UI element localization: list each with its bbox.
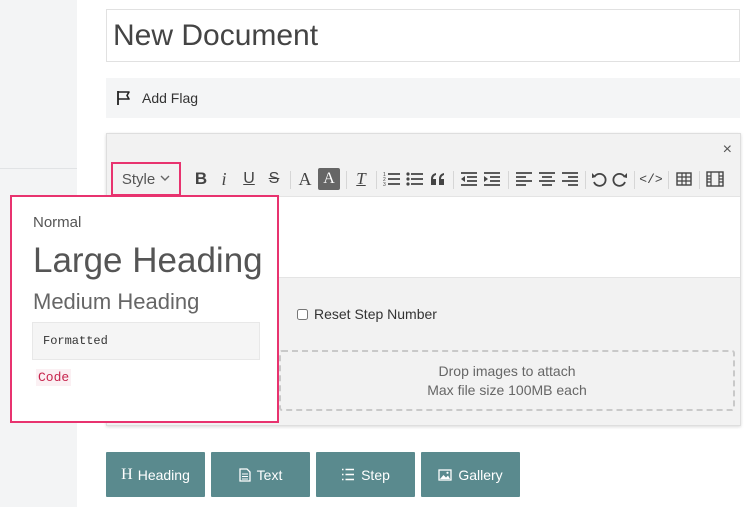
image-icon — [438, 468, 452, 481]
add-heading-button[interactable]: H Heading — [106, 452, 205, 497]
style-option-code[interactable]: Code — [36, 369, 72, 386]
document-title-input[interactable] — [106, 9, 740, 62]
blockquote-icon[interactable] — [428, 162, 448, 196]
sidebar-divider — [0, 168, 77, 169]
undo-icon[interactable] — [589, 162, 609, 196]
style-dropdown-label: Style — [121, 170, 156, 188]
toolbar-separator — [634, 171, 635, 189]
close-icon[interactable]: × — [723, 140, 732, 160]
align-left-icon[interactable] — [513, 162, 535, 196]
toolbar-separator — [346, 171, 347, 189]
add-step-button[interactable]: Step — [316, 452, 415, 497]
flag-icon — [117, 91, 130, 105]
style-option-medium-heading[interactable]: Medium Heading — [33, 289, 199, 315]
toolbar-separator — [453, 171, 454, 189]
drop-zone-size-limit: Max file size 100MB each — [427, 381, 587, 398]
toolbar-separator — [508, 171, 509, 189]
add-step-label: Step — [361, 466, 390, 483]
style-dropdown-button[interactable]: Style — [111, 162, 181, 196]
add-flag-button[interactable]: Add Flag — [106, 78, 740, 118]
italic-icon[interactable]: i — [214, 162, 234, 196]
svg-text:3: 3 — [383, 182, 386, 187]
chevron-down-icon — [160, 173, 170, 185]
reset-step-label: Reset Step Number — [314, 306, 437, 322]
ordered-list-icon[interactable]: 123 — [381, 162, 403, 196]
add-gallery-button[interactable]: Gallery — [421, 452, 520, 497]
style-option-normal[interactable]: Normal — [33, 214, 81, 231]
toolbar-separator — [699, 171, 700, 189]
unordered-list-icon[interactable] — [404, 162, 426, 196]
image-drop-zone[interactable]: Drop images to attach Max file size 100M… — [279, 350, 735, 411]
align-right-icon[interactable] — [559, 162, 581, 196]
style-option-large-heading[interactable]: Large Heading — [33, 241, 263, 281]
table-icon[interactable] — [672, 162, 696, 196]
reset-step-number-checkbox[interactable]: Reset Step Number — [297, 306, 437, 322]
toolbar-separator — [585, 171, 586, 189]
align-center-icon[interactable] — [536, 162, 558, 196]
bold-icon[interactable]: B — [190, 162, 212, 196]
indent-icon[interactable] — [481, 162, 503, 196]
toolbar-separator — [290, 171, 291, 189]
reset-step-checkbox-input[interactable] — [297, 308, 308, 320]
document-icon — [239, 467, 251, 482]
add-gallery-label: Gallery — [458, 466, 503, 483]
drop-zone-title: Drop images to attach — [438, 362, 576, 379]
style-option-formatted[interactable]: Formatted — [32, 322, 260, 360]
heading-icon: H — [121, 465, 133, 483]
code-view-icon[interactable]: </> — [638, 162, 664, 196]
add-text-label: Text — [256, 466, 283, 483]
strikethrough-icon[interactable]: S — [264, 162, 284, 196]
font-color-icon[interactable]: A — [295, 162, 315, 196]
toolbar-separator — [376, 171, 377, 189]
add-heading-label: Heading — [137, 466, 190, 483]
toolbar-separator — [668, 171, 669, 189]
add-flag-label: Add Flag — [142, 90, 199, 106]
video-icon[interactable] — [703, 162, 727, 196]
underline-icon[interactable]: U — [239, 162, 259, 196]
redo-icon[interactable] — [610, 162, 630, 196]
outdent-icon[interactable] — [458, 162, 480, 196]
add-text-button[interactable]: Text — [211, 452, 310, 497]
numbered-list-icon — [342, 468, 355, 481]
clear-format-icon[interactable]: T — [351, 162, 371, 196]
background-color-icon[interactable]: A — [318, 168, 340, 190]
style-dropdown-menu: Normal Large Heading Medium Heading Form… — [10, 195, 279, 423]
